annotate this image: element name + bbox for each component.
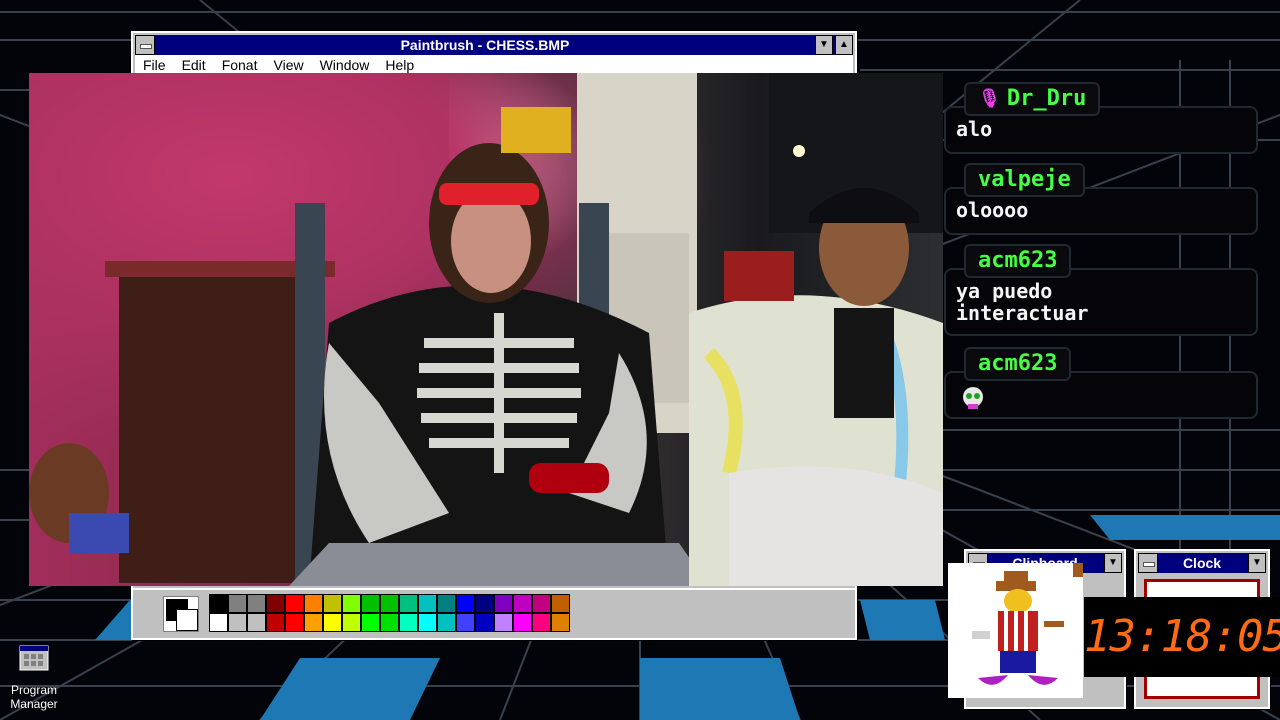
chat-username-text: acm623	[978, 351, 1058, 376]
palette-swatch[interactable]	[266, 613, 285, 632]
palette-swatch[interactable]	[266, 594, 285, 613]
palette-swatch[interactable]	[304, 594, 323, 613]
menu-edit[interactable]: Edit	[174, 55, 214, 75]
window-title: Paintbrush - CHESS.BMP	[400, 37, 570, 53]
menu-window[interactable]: Window	[312, 55, 378, 75]
menu-bar: File Edit Fonat View Window Help	[135, 55, 853, 75]
chat-username: acm623	[964, 244, 1072, 278]
program-manager-desktop-icon[interactable]: Program Manager	[4, 642, 64, 711]
program-manager-label: Program Manager	[10, 683, 58, 711]
palette-swatch[interactable]	[285, 613, 304, 632]
palette-swatch[interactable]	[456, 594, 475, 613]
chat-message: valpeje oloooo	[944, 163, 1264, 244]
palette-swatches	[209, 594, 589, 632]
webcam-feed	[29, 73, 943, 586]
menu-fonat[interactable]: Fonat	[214, 55, 266, 75]
palette-swatch[interactable]	[437, 613, 456, 632]
chat-username-text: acm623	[978, 248, 1058, 273]
microphone-icon: 🎙	[978, 88, 1001, 109]
chat-message-text: ya puedo interactuar	[956, 279, 1089, 325]
palette-swatch[interactable]	[342, 613, 361, 632]
palette-swatch[interactable]	[399, 613, 418, 632]
maximize-button[interactable]: ▲	[835, 35, 853, 55]
current-colors[interactable]	[163, 596, 199, 632]
palette-swatch[interactable]	[209, 613, 228, 632]
palette-swatch[interactable]	[437, 594, 456, 613]
chat-message: 🎙 Dr_Dru alo	[944, 82, 1264, 163]
palette-swatch[interactable]	[513, 594, 532, 613]
menu-help[interactable]: Help	[377, 55, 422, 75]
clock-titlebar[interactable]: Clock ▼	[1138, 553, 1266, 573]
chat-username: acm623	[964, 347, 1072, 381]
chat-username-text: Dr_Dru	[1006, 86, 1087, 111]
chat-username: 🎙 Dr_Dru	[964, 82, 1101, 116]
palette-swatch[interactable]	[532, 594, 551, 613]
palette-swatch[interactable]	[323, 594, 342, 613]
chat-message: acm623 ya puedo interactuar	[944, 244, 1264, 347]
palette-swatch[interactable]	[532, 613, 551, 632]
chat-username-text: valpeje	[978, 167, 1071, 192]
minimize-button[interactable]: ▼	[1104, 553, 1122, 573]
menu-view[interactable]: View	[266, 55, 312, 75]
chat-message-text: alo	[956, 117, 993, 141]
palette-swatch[interactable]	[475, 613, 494, 632]
palette-swatch[interactable]	[494, 613, 513, 632]
system-menu-button[interactable]	[135, 35, 155, 55]
palette-swatch[interactable]	[342, 594, 361, 613]
minimize-button[interactable]: ▼	[1248, 553, 1266, 573]
color-palette	[131, 588, 857, 640]
palette-swatch[interactable]	[456, 613, 475, 632]
palette-swatch[interactable]	[418, 613, 437, 632]
palette-swatch[interactable]	[551, 594, 570, 613]
palette-swatch[interactable]	[209, 594, 228, 613]
palette-swatch[interactable]	[361, 594, 380, 613]
palette-swatch[interactable]	[228, 613, 247, 632]
chat-username: valpeje	[964, 163, 1085, 197]
palette-swatch[interactable]	[513, 613, 532, 632]
palette-swatch[interactable]	[399, 594, 418, 613]
webcam-scene	[29, 73, 943, 586]
paintbrush-titlebar[interactable]: Paintbrush - CHESS.BMP ▼ ▲	[135, 35, 853, 55]
palette-swatch[interactable]	[380, 613, 399, 632]
palette-swatch[interactable]	[475, 594, 494, 613]
palette-swatch[interactable]	[494, 594, 513, 613]
skull-emote-icon	[963, 387, 983, 409]
palette-swatch[interactable]	[247, 594, 266, 613]
palette-swatch[interactable]	[285, 594, 304, 613]
chat-panel: 🎙 Dr_Dru alo valpeje oloooo acm623 ya pu…	[944, 82, 1264, 427]
palette-swatch[interactable]	[247, 613, 266, 632]
chat-message: acm623	[944, 347, 1264, 427]
minimize-button[interactable]: ▼	[815, 35, 833, 55]
system-menu-button[interactable]	[1138, 553, 1158, 573]
cowboy-character-sticker	[948, 563, 1083, 698]
palette-swatch[interactable]	[418, 594, 437, 613]
palette-swatch[interactable]	[380, 594, 399, 613]
palette-swatch[interactable]	[323, 613, 342, 632]
chat-message-text: oloooo	[956, 198, 1029, 222]
clock-title: Clock	[1182, 555, 1222, 571]
menu-file[interactable]: File	[135, 55, 174, 75]
background-color	[176, 609, 198, 631]
palette-swatch[interactable]	[361, 613, 380, 632]
program-manager-icon	[19, 645, 49, 671]
palette-swatch[interactable]	[551, 613, 570, 632]
palette-swatch[interactable]	[228, 594, 247, 613]
digital-clock: 13:18:05	[1084, 597, 1280, 677]
palette-swatch[interactable]	[304, 613, 323, 632]
